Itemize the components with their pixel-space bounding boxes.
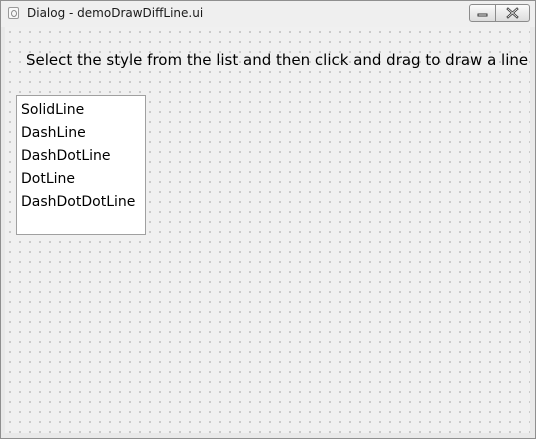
window-title: Dialog - demoDrawDiffLine.ui [27,6,204,20]
list-item-dashdotdotline[interactable]: DashDotDotLine [17,191,145,214]
close-button[interactable] [496,4,530,22]
qt-app-icon[interactable] [8,7,19,19]
minimize-icon [477,13,488,17]
drawing-canvas[interactable]: Select the style from the list and then … [5,27,531,433]
instruction-label: Select the style from the list and then … [26,51,529,69]
window-border-bottom [1,433,535,438]
line-style-list[interactable]: SolidLine DashLine DashDotLine DotLine D… [16,95,146,235]
close-icon [506,7,519,19]
dialog-window: Dialog - demoDrawDiffLine.ui Select the … [0,0,536,439]
list-item-dotline[interactable]: DotLine [17,168,145,191]
minimize-button[interactable] [469,4,496,22]
list-item-dashdotline[interactable]: DashDotLine [17,145,145,168]
window-border-right [530,27,535,435]
title-bar[interactable]: Dialog - demoDrawDiffLine.ui [1,1,535,27]
list-item-dashline[interactable]: DashLine [17,122,145,145]
list-item-solidline[interactable]: SolidLine [17,99,145,122]
caption-buttons [469,4,530,22]
